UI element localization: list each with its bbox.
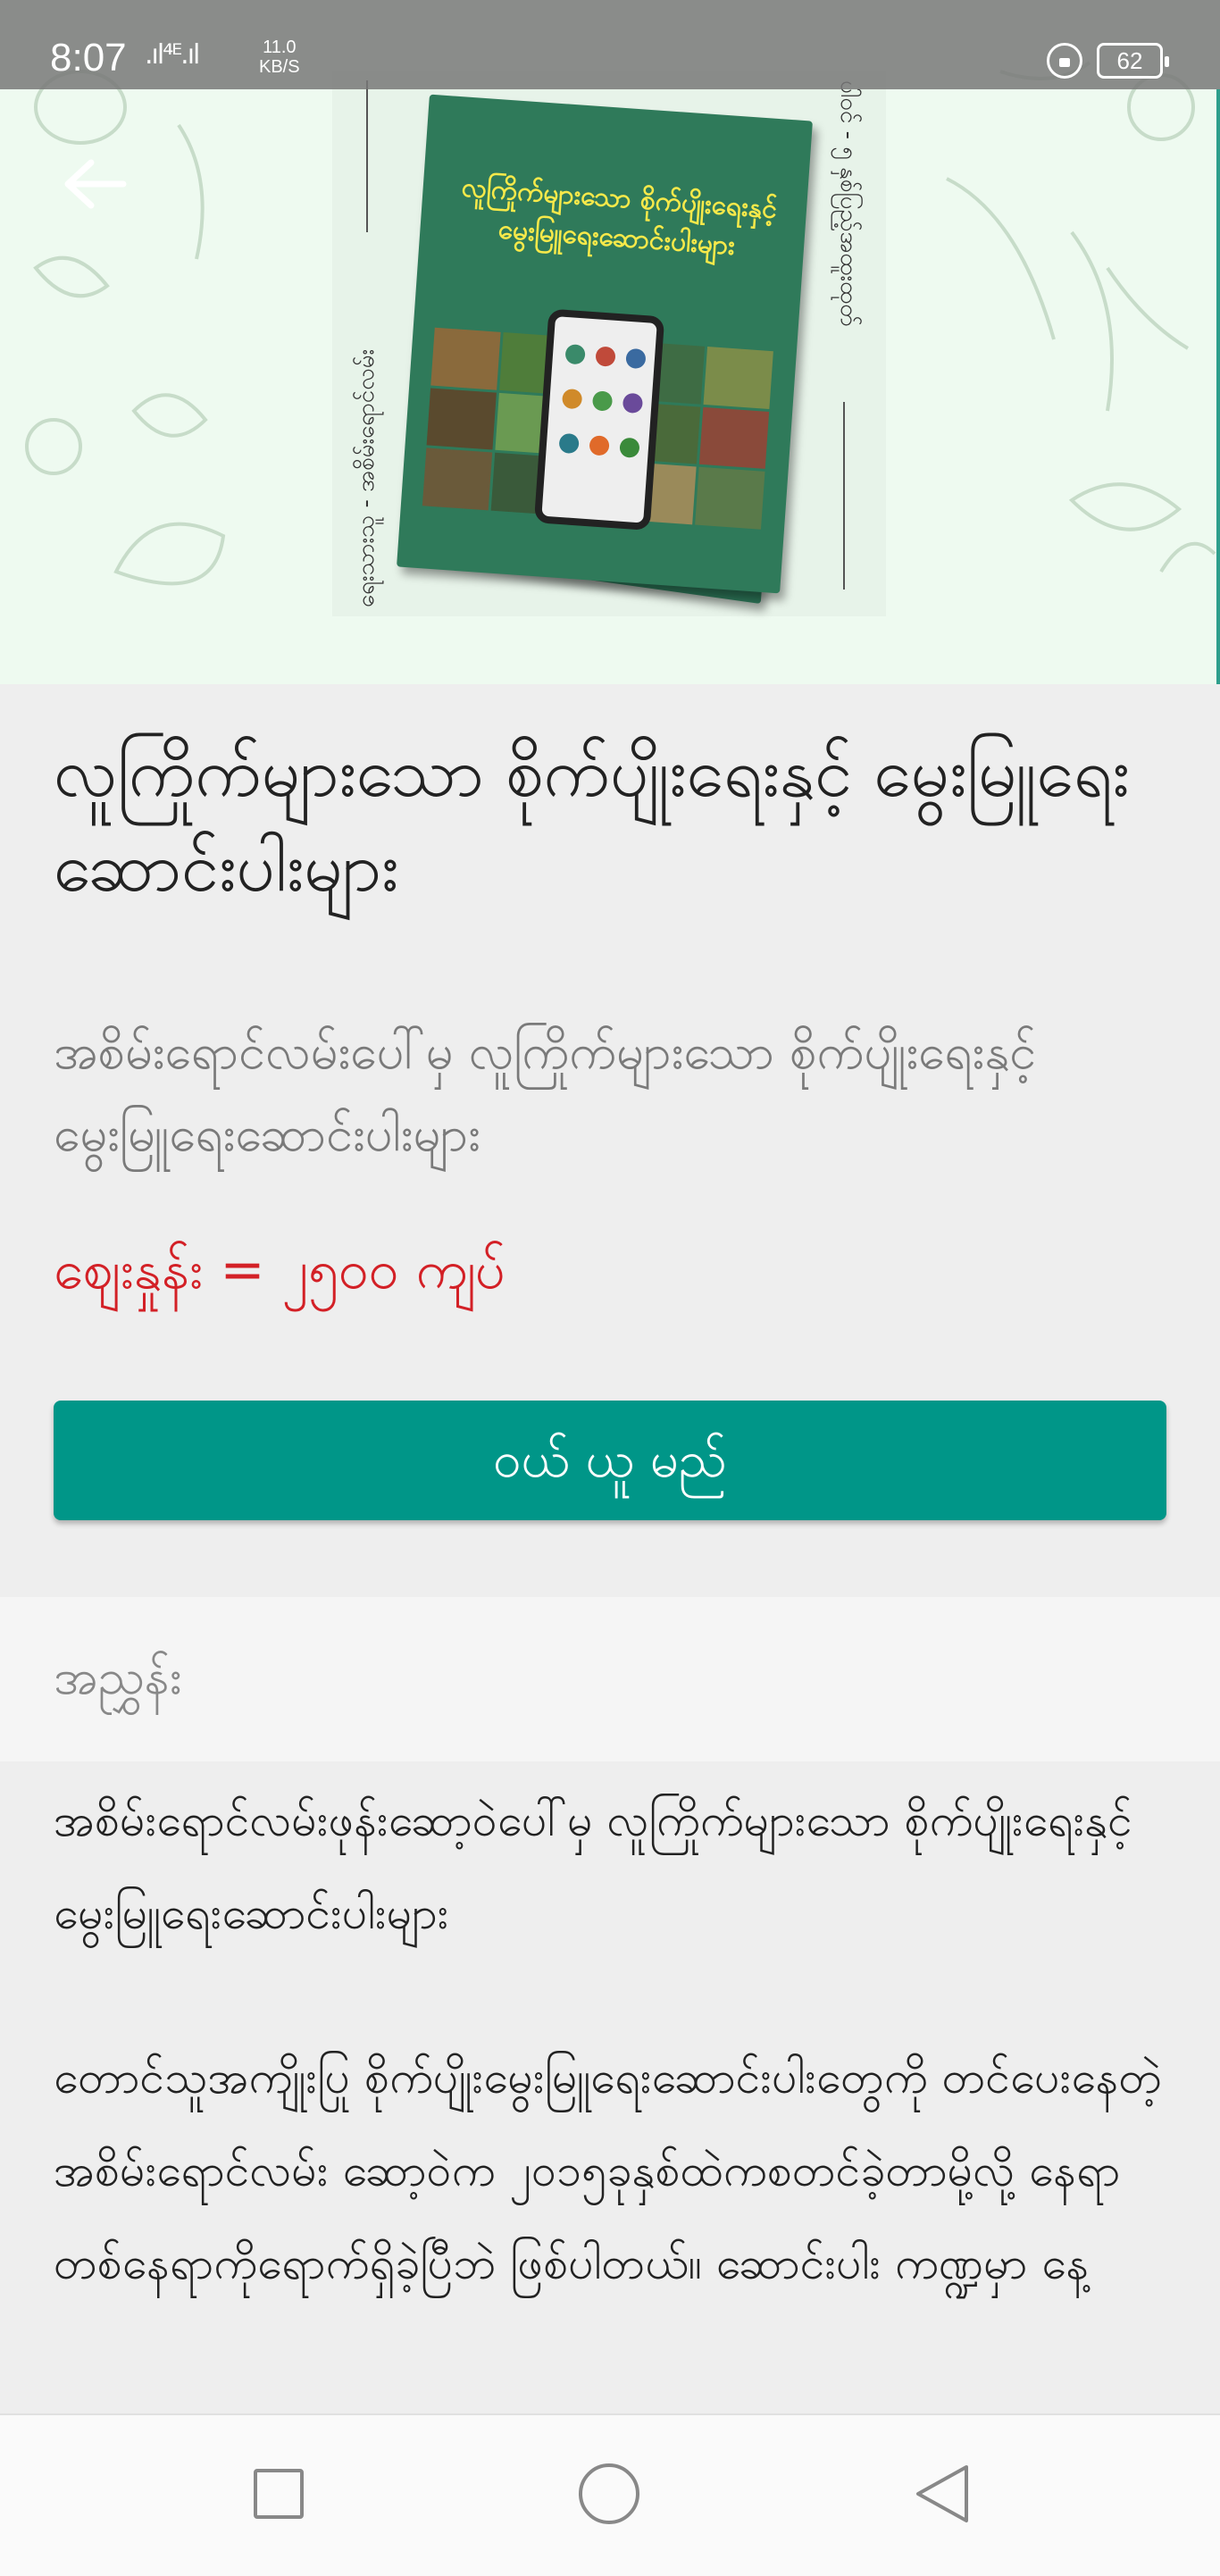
product-subtitle: အစိမ်းရောင်လမ်းပေါ်မှ လူကြိုက်များသော စိ…	[54, 1024, 1037, 1162]
signal-icon: .ıl⁴ᴱ.ıl	[145, 39, 200, 71]
description-header: အညွှန်း	[0, 1597, 1220, 1761]
product-price: ဈေးနှုန်း = ၂၅၀၀ ကျပ်	[54, 1239, 506, 1301]
spine-divider-left	[366, 80, 368, 232]
buy-button[interactable]: ဝယ် ယူ မည်	[54, 1401, 1166, 1520]
spine-author-text: ရေးသားသူ - အစိမ်းရောင်လမ်း	[353, 348, 380, 607]
status-time: 8:07	[50, 36, 127, 79]
description-body[interactable]: အစိမ်းရောင်လမ်းဖုန်းဆော့ဝဲပေါ်မှ လူကြိုက…	[0, 1761, 1220, 2413]
description-header-label: အညွှန်း	[54, 1649, 182, 1705]
product-title: လူကြိုက်များသော စိုက်ပျိုးရေးနှင့် မွေးမ…	[54, 732, 1130, 907]
description-paragraph-1: အစိမ်းရောင်လမ်းဖုန်းဆော့ဝဲပေါ်မှ လူကြိုက…	[54, 1794, 1132, 1939]
phone-illustration	[533, 308, 665, 531]
battery-icon: 62	[1097, 43, 1169, 79]
spine-divider-right	[843, 402, 845, 590]
book-front-cover: လူကြိုက်များသော စိုက်ပျိုးရေးနှင့် မွေးမ…	[397, 94, 813, 594]
network-speed: 11.0 KB/S	[259, 38, 300, 77]
back-arrow-icon[interactable]	[55, 157, 127, 211]
recents-square-icon[interactable]	[254, 2469, 304, 2519]
network-speed-value: 11.0	[263, 38, 297, 57]
system-nav-bar	[0, 2413, 1220, 2576]
hero-edge-line	[1216, 89, 1220, 684]
lock-icon	[1047, 43, 1082, 79]
product-info: လူကြိုက်များသော စိုက်ပျိုးရေးနှင့် မွေးမ…	[0, 684, 1220, 1597]
network-speed-unit: KB/S	[259, 57, 300, 77]
status-bar: 8:07 .ıl⁴ᴱ.ıl 11.0 KB/S 62	[0, 0, 1220, 89]
spine-edition-text: ပါဝင် - ၅ နှစ်ပြည့်အထူးထုတ်	[835, 80, 862, 327]
back-triangle-icon[interactable]	[911, 2462, 973, 2526]
hero-banner: ရေးသားသူ - အစိမ်းရောင်လမ်း ပါဝင် - ၅ နှစ…	[0, 0, 1220, 684]
book-cover-title: လူကြိုက်များသော စိုက်ပျိုးရေးနှင့် မွေးမ…	[460, 171, 779, 262]
description-paragraph-2: တောင်သူအကျိုးပြု စိုက်ပျိုးမွေးမြူရေးဆော…	[54, 2052, 1163, 2289]
home-circle-icon[interactable]	[579, 2463, 639, 2524]
